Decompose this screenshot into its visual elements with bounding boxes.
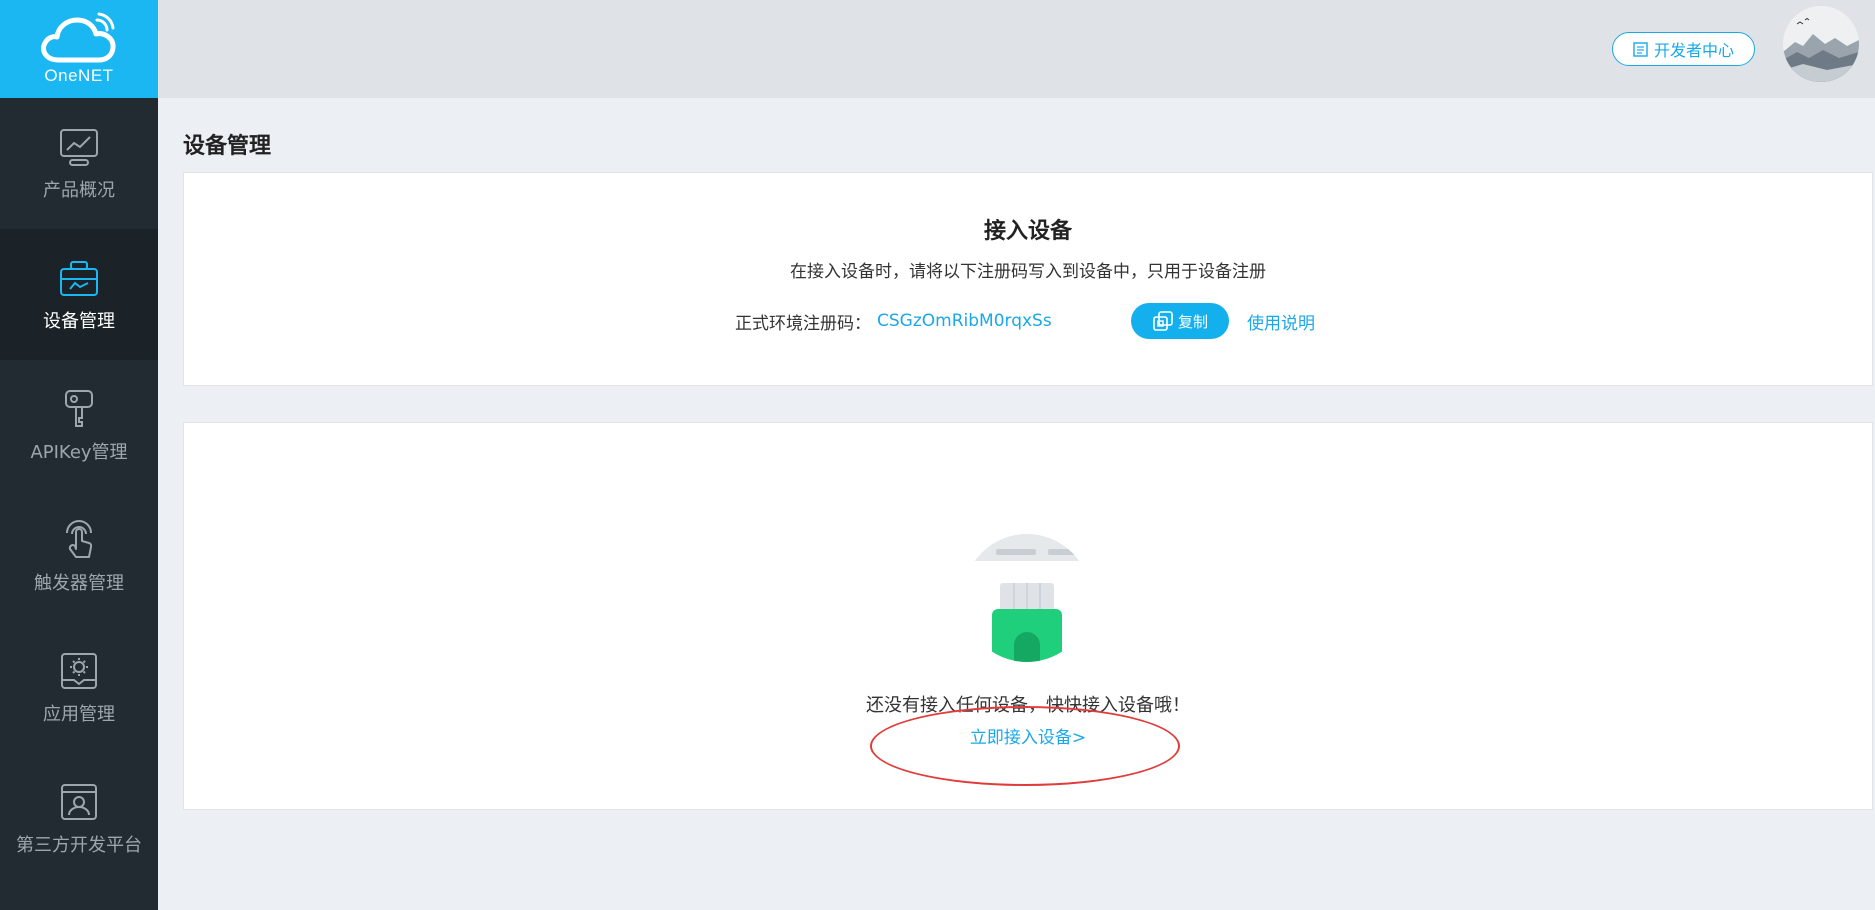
register-code-row: 正式环境注册码： CSGzOmRibM0rqxSs 复制 使用说明 [735, 303, 1315, 339]
avatar[interactable] [1783, 6, 1859, 82]
sidebar-item-label: 产品概况 [43, 179, 115, 201]
copy-button[interactable]: 复制 [1131, 303, 1229, 339]
connect-device-link-row: 立即接入设备> [184, 723, 1872, 748]
sidebar-item-trigger[interactable]: 触发器管理 [0, 491, 158, 622]
sidebar-item-device-management[interactable]: 设备管理 [0, 229, 158, 360]
key-icon [65, 389, 93, 427]
onenet-logo[interactable]: OneNET [0, 0, 158, 98]
usage-instructions-link[interactable]: 使用说明 [1247, 309, 1315, 334]
empty-state-message: 还没有接入任何设备，快快接入设备哦！ [866, 695, 1190, 716]
document-icon [1633, 41, 1648, 57]
register-card-subtitle: 在接入设备时，请将以下注册码写入到设备中，只用于设备注册 [790, 262, 1266, 282]
chart-monitor-icon [60, 128, 98, 166]
top-header: 开发者中心 [158, 0, 1875, 98]
register-card-title: 接入设备 [983, 219, 1072, 244]
developer-center-button[interactable]: 开发者中心 [1611, 32, 1755, 66]
sidebar-item-label: 应用管理 [43, 703, 115, 725]
sidebar-item-label: 设备管理 [43, 310, 115, 332]
developer-center-label: 开发者中心 [1653, 41, 1734, 60]
connect-device-link[interactable]: 立即接入设备> [970, 728, 1086, 748]
sidebar-item-product-overview[interactable]: 产品概况 [0, 98, 158, 229]
touch-hand-icon [66, 519, 93, 558]
user-window-icon [61, 783, 97, 820]
sidebar: OneNET 产品概况 设备管理 APIKey管理 触发器管理 应用管理 第三方… [0, 0, 158, 910]
cloud-logo-icon [41, 12, 116, 63]
sidebar-item-label: 第三方开发平台 [16, 834, 142, 856]
register-code-card: 接入设备 在接入设备时，请将以下注册码写入到设备中，只用于设备注册 正式环境注册… [183, 172, 1873, 386]
sidebar-item-app-management[interactable]: 应用管理 [0, 622, 158, 753]
toolbox-icon [60, 260, 98, 296]
app-gear-icon [61, 652, 97, 689]
copy-icon [1153, 311, 1173, 331]
logo-text: OneNET [44, 66, 114, 85]
sidebar-item-third-party[interactable]: 第三方开发平台 [0, 753, 158, 884]
register-code-value[interactable]: CSGzOmRibM0rqxSs [877, 311, 1131, 331]
empty-device-illustration [963, 534, 1091, 662]
copy-button-label: 复制 [1177, 312, 1208, 331]
sidebar-item-apikey[interactable]: APIKey管理 [0, 360, 158, 491]
register-code-label: 正式环境注册码： [735, 313, 871, 334]
page-title: 设备管理 [183, 134, 272, 159]
landscape-avatar-image [1783, 6, 1859, 82]
sidebar-item-label: APIKey管理 [30, 441, 128, 463]
sidebar-item-label: 触发器管理 [34, 572, 124, 594]
device-list-empty-card: 还没有接入任何设备，快快接入设备哦！ 立即接入设备> [183, 422, 1873, 810]
